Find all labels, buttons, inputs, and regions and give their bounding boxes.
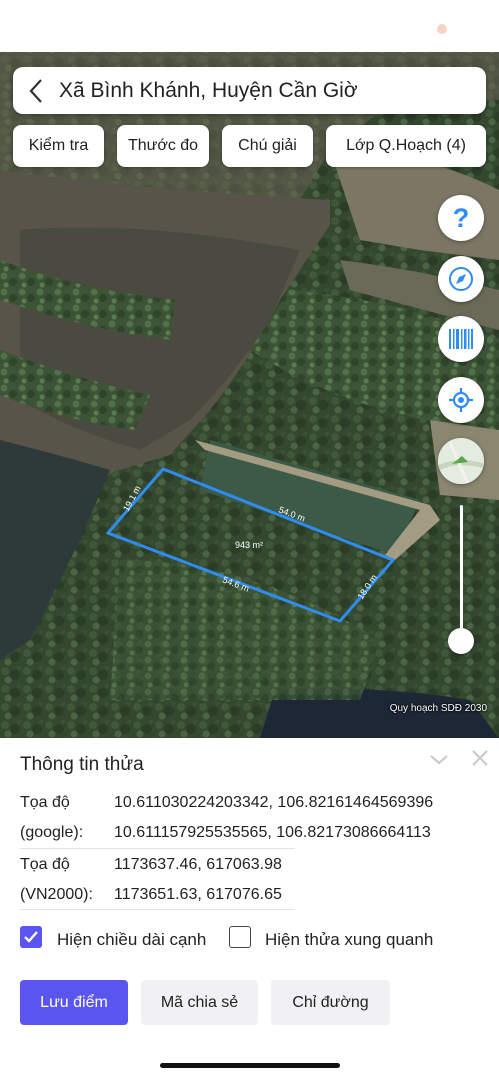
show-edge-length-checkbox[interactable] [20, 926, 42, 948]
location-title: Xã Bình Khánh, Huyện Cần Giờ [59, 78, 358, 102]
map-thumbnail-icon [438, 438, 484, 484]
compass-button[interactable] [438, 256, 484, 302]
coord-vn2000-value: 1173637.46, 617063.98 [114, 856, 282, 873]
show-edge-length-label: Hiện chiều dài cạnh [57, 930, 207, 949]
edge-bottom-label: 54.6 m [221, 575, 250, 594]
back-button[interactable] [13, 67, 59, 114]
divider [20, 909, 295, 910]
chevron-left-icon [29, 78, 42, 103]
locate-icon [449, 388, 473, 412]
show-neighbors-label: Hiện thửa xung quanh [265, 930, 434, 949]
map-style-toggle[interactable] [438, 438, 484, 484]
home-indicator [160, 1063, 340, 1068]
parcel-area-label: 943 m² [235, 540, 263, 550]
divider [20, 848, 295, 849]
coord-google-value: 10.611030224203342, 106.82161464569396 [114, 794, 434, 811]
locate-button[interactable] [438, 377, 484, 423]
edge-right-label: 18.0 m [355, 573, 379, 601]
check-button[interactable]: Kiểm tra [13, 125, 104, 167]
coord-vn2000-label: Tọa độ [20, 856, 70, 873]
zoom-slider-knob[interactable] [448, 628, 474, 654]
checkmark-icon [24, 931, 38, 943]
directions-button[interactable]: Chỉ đường [271, 980, 390, 1025]
panel-title: Thông tin thửa [20, 754, 144, 775]
coord-google-label-2: (google): [20, 824, 84, 841]
show-neighbors-checkbox[interactable] [229, 926, 251, 948]
barcode-button[interactable] [438, 316, 484, 362]
measure-button[interactable]: Thước đo [117, 125, 209, 167]
status-bar [0, 0, 499, 52]
layers-button[interactable]: Lớp Q.Hoạch (4) [326, 125, 486, 167]
share-code-button[interactable]: Mã chia sẻ [141, 980, 258, 1025]
zoom-slider-track[interactable] [460, 505, 463, 640]
close-button[interactable] [470, 748, 490, 768]
question-icon: ? [452, 202, 470, 233]
legend-button[interactable]: Chú giải [222, 125, 313, 167]
location-header: Xã Bình Khánh, Huyện Cần Giờ [13, 67, 486, 114]
coord-vn2000-value-2: 1173651.63, 617076.65 [114, 886, 282, 903]
chevron-down-icon [430, 755, 448, 765]
collapse-button[interactable] [428, 748, 450, 770]
help-button[interactable]: ? [438, 195, 484, 241]
coord-google-value-2: 10.611157925535565, 106.82173086664113 [114, 824, 431, 841]
compass-icon [449, 267, 473, 291]
status-indicator [437, 24, 447, 34]
barcode-icon [449, 329, 473, 349]
coord-google-label: Tọa độ [20, 794, 70, 811]
coord-vn2000-label-2: (VN2000): [20, 886, 93, 903]
save-point-button[interactable]: Lưu điểm [20, 980, 128, 1025]
close-icon [472, 750, 488, 766]
map-watermark: Quy hoạch SDĐ 2030 [389, 703, 487, 714]
